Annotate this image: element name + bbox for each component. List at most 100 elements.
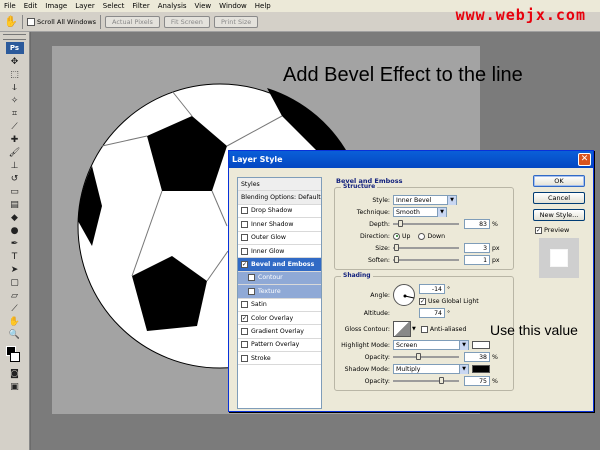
- magic-wand-tool-icon[interactable]: ✧: [8, 95, 22, 107]
- soften-input[interactable]: 1: [464, 255, 490, 265]
- zoom-tool-icon[interactable]: 🔍: [8, 329, 22, 341]
- clone-stamp-icon[interactable]: ⊥: [8, 160, 22, 172]
- gradient-overlay-checkbox[interactable]: [241, 327, 248, 335]
- style-list-item-drop-shadow[interactable]: Drop Shadow: [238, 205, 321, 219]
- highlight-mode-select[interactable]: Screen ▼: [393, 340, 469, 350]
- direction-up-radio[interactable]: [393, 232, 400, 240]
- texture-checkbox[interactable]: [248, 287, 255, 295]
- scroll-all-windows-checkbox[interactable]: [27, 17, 35, 26]
- gloss-contour-picker[interactable]: [393, 321, 411, 337]
- screen-mode-icon[interactable]: ▣: [8, 381, 22, 393]
- menu-filter[interactable]: Filter: [128, 0, 153, 12]
- style-list-item-inner-shadow[interactable]: Inner Shadow: [238, 218, 321, 232]
- global-light-checkbox[interactable]: ✓: [419, 297, 426, 305]
- shape-tool-icon[interactable]: ▢: [8, 277, 22, 289]
- style-list-item-contour[interactable]: Contour: [238, 271, 321, 286]
- history-brush-icon[interactable]: ↺: [8, 173, 22, 185]
- move-tool-icon[interactable]: ✥: [8, 56, 22, 68]
- size-input[interactable]: 3: [464, 243, 490, 253]
- close-icon[interactable]: ✕: [578, 153, 591, 166]
- size-slider[interactable]: [393, 244, 459, 251]
- chevron-down-icon[interactable]: ▼: [412, 326, 416, 332]
- menu-view[interactable]: View: [191, 0, 216, 12]
- fit-screen-button[interactable]: Fit Screen: [163, 15, 210, 28]
- style-list-item-color-overlay[interactable]: ✓ Color Overlay: [238, 312, 321, 326]
- outer-glow-checkbox[interactable]: [241, 234, 248, 242]
- highlight-opacity-thumb[interactable]: [416, 353, 422, 360]
- slice-tool-icon[interactable]: ⟋: [8, 121, 22, 133]
- shadow-color-swatch[interactable]: [472, 365, 490, 373]
- style-list-item-blending[interactable]: Blending Options: Default: [238, 191, 321, 205]
- cancel-button[interactable]: Cancel: [533, 192, 585, 204]
- marquee-tool-icon[interactable]: ⬚: [8, 69, 22, 81]
- notes-tool-icon[interactable]: ▱: [8, 290, 22, 302]
- style-list-item-inner-glow[interactable]: Inner Glow: [238, 245, 321, 259]
- color-overlay-checkbox[interactable]: ✓: [241, 314, 248, 322]
- soften-slider[interactable]: [393, 256, 459, 263]
- brush-tool-icon[interactable]: 🖌: [8, 147, 22, 159]
- path-selection-icon[interactable]: ➤: [8, 264, 22, 276]
- direction-down-radio[interactable]: [418, 232, 426, 240]
- highlight-opacity-slider[interactable]: [393, 353, 459, 360]
- actual-pixels-button[interactable]: Actual Pixels: [105, 15, 160, 28]
- menu-analysis[interactable]: Analysis: [154, 0, 191, 12]
- hand-tool-icon[interactable]: ✋: [4, 15, 18, 29]
- style-list-item-outer-glow[interactable]: Outer Glow: [238, 232, 321, 245]
- preview-option[interactable]: ✓ Preview: [535, 226, 585, 234]
- style-list-item-stroke[interactable]: Stroke: [238, 352, 321, 366]
- contour-checkbox[interactable]: [248, 274, 255, 282]
- size-slider-thumb[interactable]: [394, 244, 400, 251]
- inner-glow-checkbox[interactable]: [241, 247, 248, 255]
- print-size-button[interactable]: Print Size: [213, 15, 259, 28]
- dodge-tool-icon[interactable]: ●: [8, 225, 22, 237]
- dialog-title-bar[interactable]: Layer Style ✕: [229, 151, 593, 168]
- pattern-overlay-checkbox[interactable]: [241, 341, 248, 349]
- quick-mask-icon[interactable]: ◙: [8, 368, 22, 380]
- shadow-opacity-slider[interactable]: [393, 377, 459, 384]
- new-style-button[interactable]: New Style...: [533, 209, 585, 221]
- drop-shadow-checkbox[interactable]: [241, 207, 248, 215]
- inner-shadow-checkbox[interactable]: [241, 220, 248, 228]
- menu-select[interactable]: Select: [99, 0, 129, 12]
- hand-tool-icon[interactable]: ✋: [8, 316, 22, 328]
- shadow-mode-select[interactable]: Multiply ▼: [393, 364, 469, 374]
- technique-select[interactable]: Smooth ▼: [393, 207, 447, 217]
- preview-checkbox[interactable]: ✓: [535, 226, 542, 234]
- toolbox-grip[interactable]: [3, 34, 26, 40]
- depth-input[interactable]: 83: [464, 219, 490, 229]
- menu-help[interactable]: Help: [251, 0, 275, 12]
- angle-dial[interactable]: [393, 284, 415, 306]
- angle-input[interactable]: -14: [419, 284, 445, 294]
- stroke-checkbox[interactable]: [241, 354, 248, 362]
- style-list-item-satin[interactable]: Satin: [238, 299, 321, 312]
- style-select[interactable]: Inner Bevel ▼: [393, 195, 457, 205]
- soften-slider-thumb[interactable]: [393, 256, 399, 263]
- gradient-tool-icon[interactable]: ▤: [8, 199, 22, 211]
- menu-layer[interactable]: Layer: [71, 0, 99, 12]
- style-list-item-styles[interactable]: Styles: [238, 178, 321, 192]
- shadow-opacity-thumb[interactable]: [438, 377, 444, 384]
- healing-brush-icon[interactable]: ✚: [8, 134, 22, 146]
- depth-slider[interactable]: [393, 220, 459, 227]
- pen-tool-icon[interactable]: ✒: [8, 238, 22, 250]
- blur-tool-icon[interactable]: ◆: [8, 212, 22, 224]
- depth-slider-thumb[interactable]: [397, 220, 403, 227]
- style-list-item-pattern-overlay[interactable]: Pattern Overlay: [238, 339, 321, 353]
- eyedropper-tool-icon[interactable]: ⟋: [8, 303, 22, 315]
- menu-file[interactable]: File: [0, 0, 20, 12]
- background-color-swatch[interactable]: [10, 352, 20, 362]
- menu-edit[interactable]: Edit: [20, 0, 42, 12]
- bevel-emboss-checkbox[interactable]: ✓: [241, 261, 248, 269]
- scroll-all-windows-option[interactable]: Scroll All Windows: [27, 17, 96, 26]
- crop-tool-icon[interactable]: ⌗: [8, 108, 22, 120]
- type-tool-icon[interactable]: T: [8, 251, 22, 263]
- lasso-tool-icon[interactable]: ↆ: [8, 82, 22, 94]
- style-list-item-texture[interactable]: Texture: [238, 285, 321, 299]
- satin-checkbox[interactable]: [241, 301, 248, 309]
- menu-image[interactable]: Image: [41, 0, 71, 12]
- anti-aliased-checkbox[interactable]: [420, 325, 428, 333]
- shadow-opacity-input[interactable]: 75: [464, 376, 490, 386]
- eraser-tool-icon[interactable]: ▭: [8, 186, 22, 198]
- menu-window[interactable]: Window: [215, 0, 251, 12]
- highlight-opacity-input[interactable]: 38: [464, 352, 490, 362]
